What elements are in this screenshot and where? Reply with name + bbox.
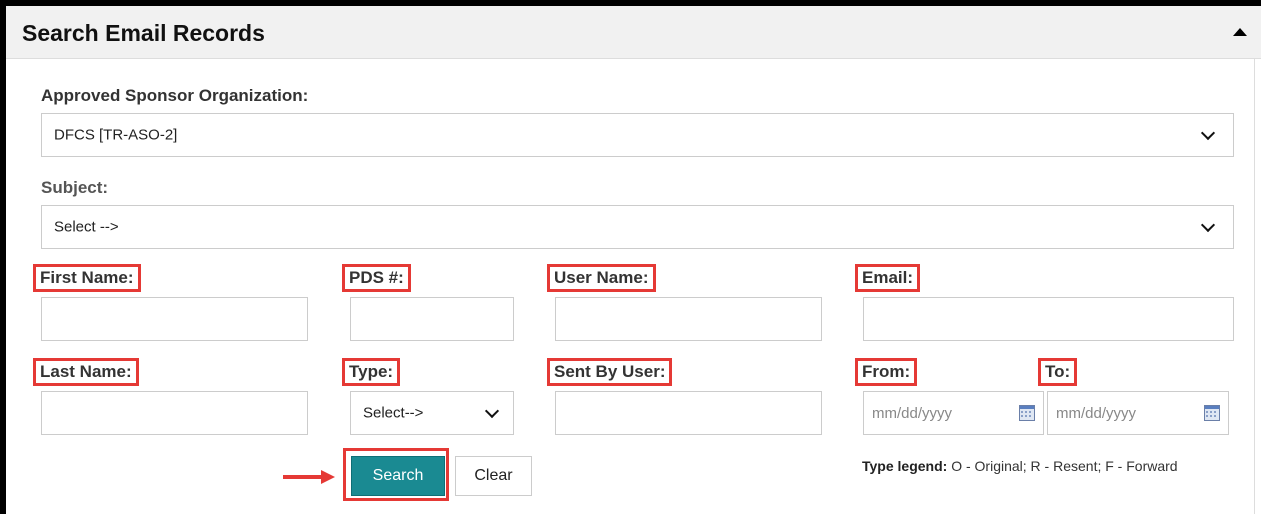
aso-label: Approved Sponsor Organization: (41, 86, 309, 105)
email-label: Email: (855, 264, 921, 292)
pds-input[interactable] (350, 297, 514, 341)
arrow-right-icon (283, 470, 335, 489)
user-name-input[interactable] (555, 297, 822, 341)
subject-selected-value: Select --> (54, 218, 119, 236)
last-name-input[interactable] (41, 391, 308, 435)
search-button[interactable]: Search (351, 456, 445, 496)
aso-selected-value: DFCS [TR-ASO-2] (54, 126, 178, 144)
subject-select[interactable]: Select --> (41, 205, 1234, 249)
type-legend-text: O - Original; R - Resent; F - Forward (947, 458, 1178, 474)
window-frame (0, 0, 1261, 514)
first-name-label: First Name: (33, 264, 141, 292)
pds-label: PDS #: (342, 264, 411, 292)
to-date-input[interactable] (1047, 391, 1229, 435)
chevron-down-icon (1200, 125, 1216, 141)
panel-header[interactable]: Search Email Records (6, 6, 1261, 59)
chevron-down-icon (1200, 217, 1216, 233)
email-input[interactable] (863, 297, 1234, 341)
sent-by-user-label: Sent By User: (547, 358, 673, 386)
type-legend: Type legend: O - Original; R - Resent; F… (862, 458, 1178, 474)
caret-up-icon[interactable] (1233, 28, 1247, 36)
type-legend-title: Type legend: (862, 458, 948, 474)
type-selected-value: Select--> (363, 404, 424, 422)
clear-button[interactable]: Clear (455, 456, 532, 496)
sent-by-user-input[interactable] (555, 391, 822, 435)
type-select[interactable]: Select--> (350, 391, 514, 435)
subject-label: Subject: (41, 178, 109, 197)
to-label: To: (1038, 358, 1078, 386)
from-label: From: (855, 358, 918, 386)
panel-divider (1254, 58, 1255, 514)
first-name-input[interactable] (41, 297, 308, 341)
last-name-label: Last Name: (33, 358, 139, 386)
chevron-down-icon (484, 403, 500, 419)
type-label: Type: (342, 358, 401, 386)
panel-title: Search Email Records (22, 20, 265, 46)
calendar-icon[interactable] (1204, 405, 1220, 421)
calendar-icon[interactable] (1019, 405, 1035, 421)
aso-select[interactable]: DFCS [TR-ASO-2] (41, 113, 1234, 157)
from-date-input[interactable] (863, 391, 1044, 435)
user-name-label: User Name: (547, 264, 656, 292)
